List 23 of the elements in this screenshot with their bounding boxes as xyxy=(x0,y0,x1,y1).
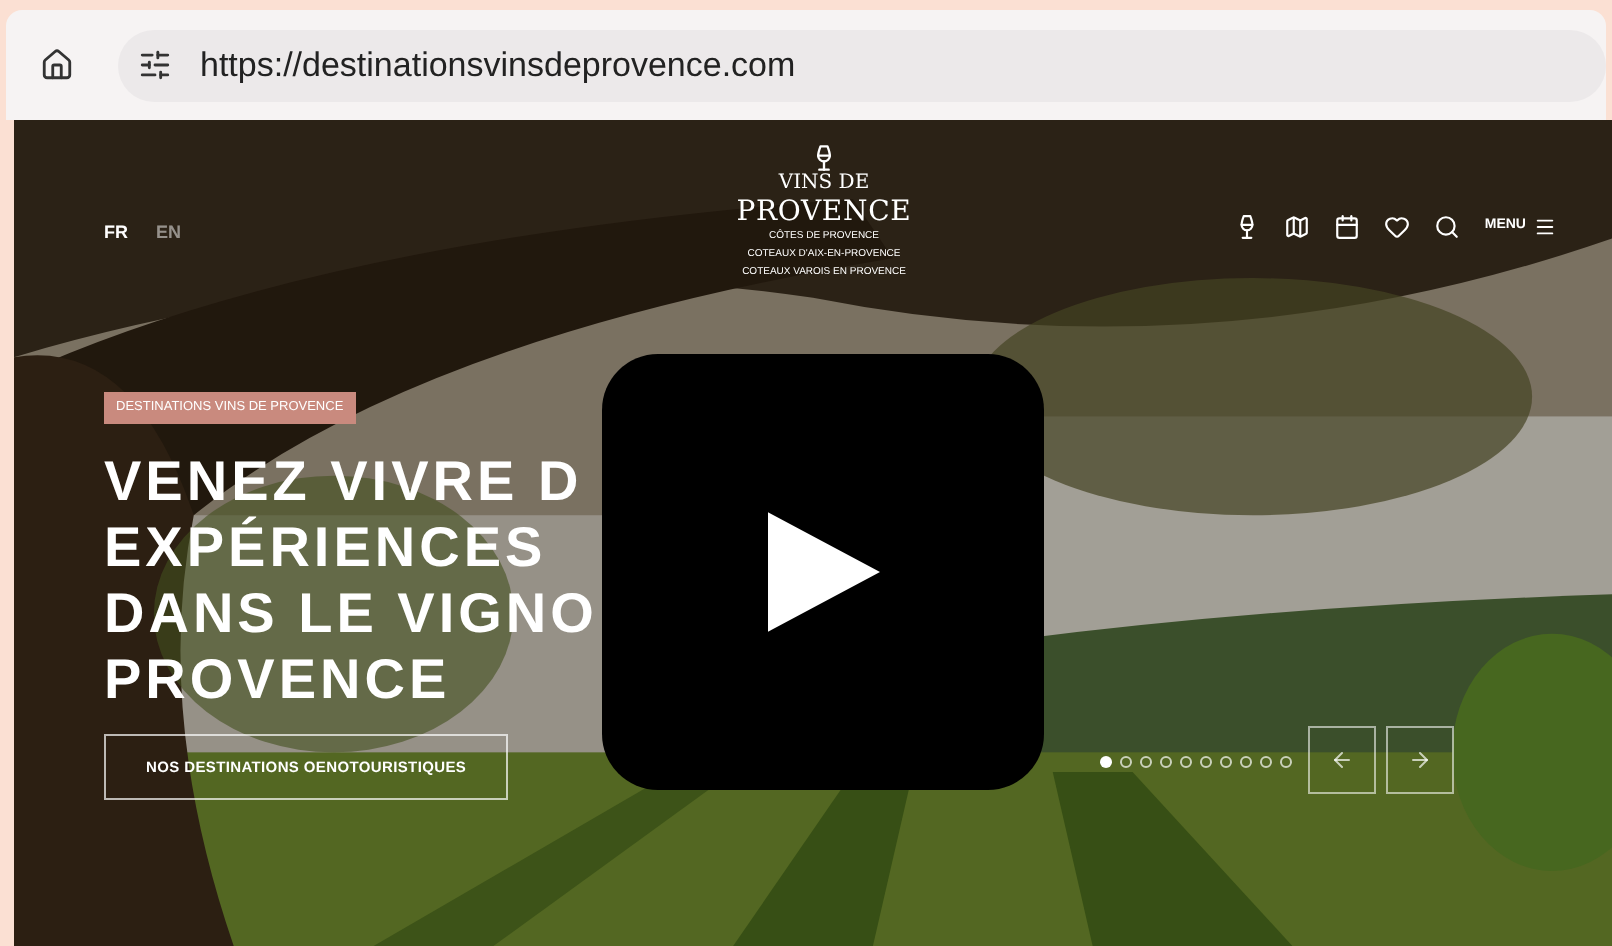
home-icon[interactable] xyxy=(40,48,74,82)
favorites-icon[interactable] xyxy=(1384,214,1411,240)
headline-text: VENEZ VIVRE D xyxy=(104,448,585,514)
headline-text: DANS LE VIGNO xyxy=(104,580,598,646)
site-settings-icon[interactable] xyxy=(138,48,172,82)
play-icon xyxy=(767,512,879,632)
logo-text: VINS DE xyxy=(778,172,870,196)
headline-text: PROVENCE xyxy=(104,646,453,712)
arrow-left-icon xyxy=(1330,748,1354,772)
map-icon[interactable] xyxy=(1284,214,1311,240)
language-link[interactable]: FR xyxy=(104,220,128,247)
menu-icon xyxy=(1534,216,1556,238)
logo-text: PROVENCE xyxy=(736,196,912,228)
headline-text: EXPÉRIENCES xyxy=(104,514,549,580)
play-button[interactable] xyxy=(602,354,1044,790)
previous-button[interactable] xyxy=(1308,726,1376,794)
calendar-icon[interactable] xyxy=(1334,214,1361,240)
address-bar[interactable]: https://destinationsvinsdeprovence.com xyxy=(118,29,1606,101)
search-icon[interactable] xyxy=(1434,214,1461,240)
language-link[interactable]: EN xyxy=(156,220,182,247)
next-button[interactable] xyxy=(1386,726,1454,794)
arrow-right-icon xyxy=(1408,748,1432,772)
url-text: https://destinationsvinsdeprovence.com xyxy=(200,43,796,88)
